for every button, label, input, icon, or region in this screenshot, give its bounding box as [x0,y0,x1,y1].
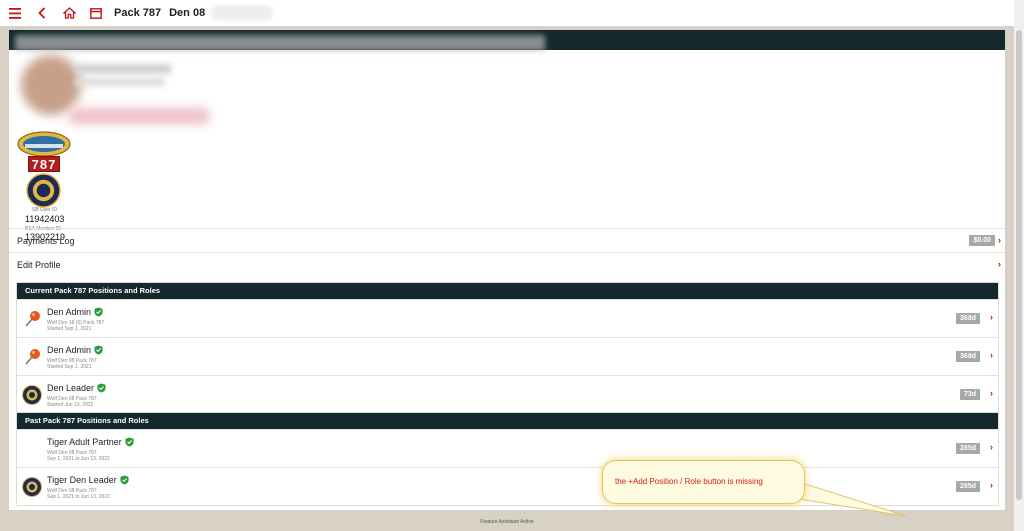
verified-check-icon [94,345,103,355]
current-positions-header: Current Pack 787 Positions and Roles [17,283,998,299]
chevron-right-icon: › [990,480,993,490]
role-row[interactable]: Tiger Adult Partner Wolf Den 08 Pack 787… [17,429,998,467]
pin-icon [25,311,40,327]
vertical-scrollbar[interactable] [1014,0,1024,531]
redacted-header-name [15,35,545,51]
sb-user-id-value: 11942403 [25,214,65,224]
council-patch-icon [17,131,71,157]
breadcrumb-unit[interactable]: Pack 787 [114,7,161,19]
role-row[interactable]: Den Admin Wolf Den 08 Pack 787 Started S… [17,337,998,375]
breadcrumb-den[interactable]: Den 08 [169,7,205,19]
redacted-text [75,64,171,74]
redacted-text [69,108,209,124]
scrollbar-thumb[interactable] [1016,30,1022,500]
edit-profile-row[interactable]: Edit Profile › [9,252,1005,276]
footer-status: Feature Assistant Active [480,519,534,525]
days-badge: 73d [959,389,980,400]
role-title: Den Admin [47,345,103,355]
days-badge: 368d [956,351,980,362]
chevron-right-icon: › [990,442,993,452]
top-toolbar: Pack 787 Den 08 [0,0,1014,26]
chevron-right-icon: › [990,388,993,398]
browser-window-icon[interactable] [84,1,108,25]
chevron-right-icon: › [990,350,993,360]
verified-check-icon [97,383,106,393]
redacted-text [75,78,165,86]
annotation-text: the +Add Position / Role button is missi… [615,477,763,486]
days-badge: 285d [956,443,980,454]
profile-summary: 787 SB User ID 11942403 BSA Member ID 13… [9,50,1005,242]
hamburger-menu-icon[interactable] [3,1,27,25]
role-title: Tiger Adult Partner [47,437,134,447]
role-title: Den Leader [47,383,106,393]
role-dates: Started Sep 1, 2021 [47,364,92,370]
back-chevron-icon[interactable] [30,1,54,25]
payments-log-row[interactable]: Payments Log $0.00 › [9,228,1005,252]
role-row[interactable]: Den Leader Wolf Den 08 Pack 787 Started … [17,375,998,413]
role-dates: Sep 1, 2021 to Jun 13, 2022 [47,456,110,462]
payments-log-label: Payments Log [17,235,75,246]
home-icon[interactable] [57,1,81,25]
redacted-avatar [21,55,81,115]
role-dates: Started Jun 13, 2022 [47,402,94,408]
verified-check-icon [125,437,134,447]
annotation-callout: the +Add Position / Role button is missi… [602,460,805,504]
verified-check-icon [120,475,129,485]
pin-icon [25,349,40,365]
panel-header [9,30,1005,51]
days-badge: 285d [956,481,980,492]
chevron-right-icon: › [990,312,993,322]
chevron-right-icon: › [998,259,1001,269]
verified-check-icon [94,307,103,317]
role-title: Tiger Den Leader [47,475,129,485]
role-dates: Sep 1, 2021 to Jun 13, 2022 [47,494,110,500]
sb-user-id-label: SB User ID [32,207,58,213]
redacted-name [211,6,274,20]
cub-scout-badge-icon [22,477,42,497]
chevron-right-icon: › [998,235,1001,245]
current-positions-section: Current Pack 787 Positions and Roles Den… [16,282,999,414]
past-positions-header: Past Pack 787 Positions and Roles [17,413,998,429]
edit-profile-label: Edit Profile [17,259,61,270]
payments-amount-badge: $0.00 [969,235,995,246]
role-dates: Started Sep 1, 2021 [47,326,92,332]
cub-scout-badge-icon [22,385,42,405]
unit-number-patch: 787 [28,156,60,172]
role-title: Den Admin [47,307,103,317]
days-badge: 368d [956,313,980,324]
cub-scout-emblem-icon [26,173,61,208]
profile-panel: 787 SB User ID 11942403 BSA Member ID 13… [8,29,1006,511]
role-row[interactable]: Den Admin Wolf Den 18 (0) Pack 787 Start… [17,299,998,337]
